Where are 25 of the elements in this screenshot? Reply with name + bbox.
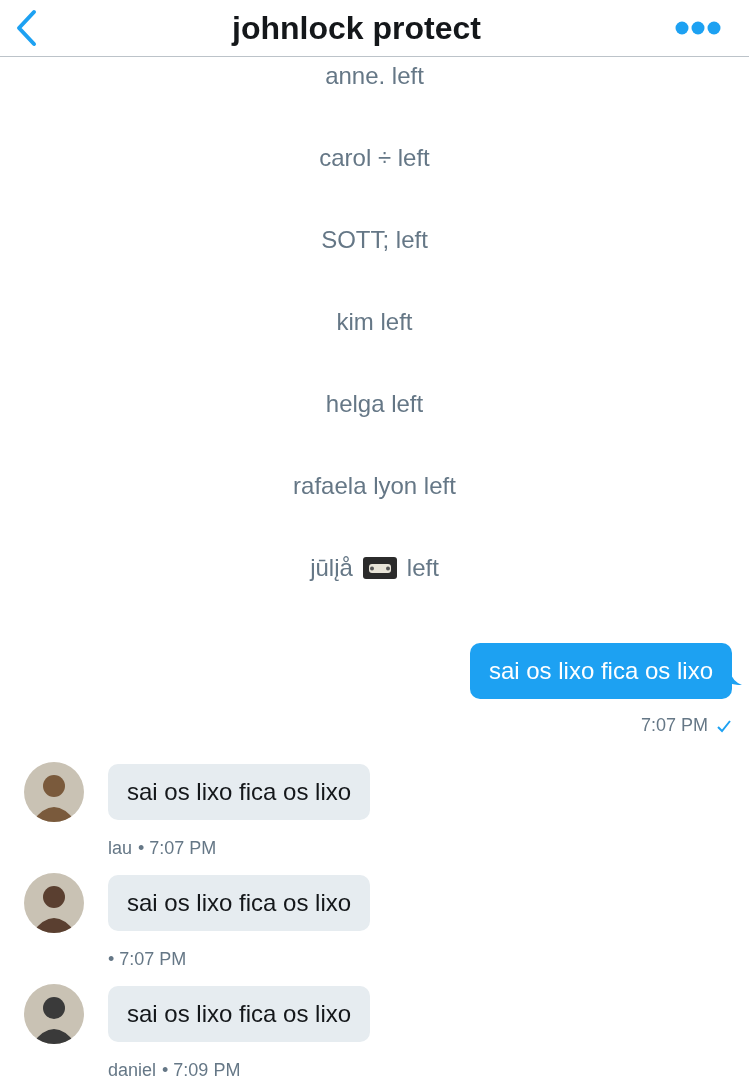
system-message: anne. left [325, 62, 424, 90]
avatar[interactable] [24, 873, 84, 933]
system-message: carol ÷ left [319, 144, 430, 172]
avatar[interactable] [24, 762, 84, 822]
back-icon[interactable] [14, 9, 38, 47]
message-time: • 7:07 PM [138, 838, 217, 859]
system-message: rafaela lyon left [293, 472, 456, 500]
cassette-icon [362, 557, 397, 579]
system-message: kim left [336, 308, 413, 336]
message-time: 7:07 PM [640, 715, 708, 736]
avatar[interactable] [24, 984, 84, 1044]
more-icon[interactable] [675, 21, 721, 35]
message-time: • 7:07 PM [108, 949, 187, 970]
system-message: helga left [325, 390, 424, 418]
message-bubble: sai os lixo fica os lixo [108, 764, 371, 820]
check-icon [716, 718, 732, 733]
system-message: SOTT; left [321, 226, 428, 254]
member-name: jūlįå [310, 554, 353, 582]
sender-name: lau [108, 838, 133, 859]
message-bubble: sai os lixo fica os lixo [108, 875, 371, 931]
system-message: left [406, 554, 439, 582]
sender-name: daniel [108, 1060, 157, 1081]
message-bubble: sai os lixo fica os lixo [108, 986, 371, 1042]
chat-title: johnlock protect [232, 9, 481, 47]
message-time: • 7:09 PM [162, 1060, 241, 1081]
